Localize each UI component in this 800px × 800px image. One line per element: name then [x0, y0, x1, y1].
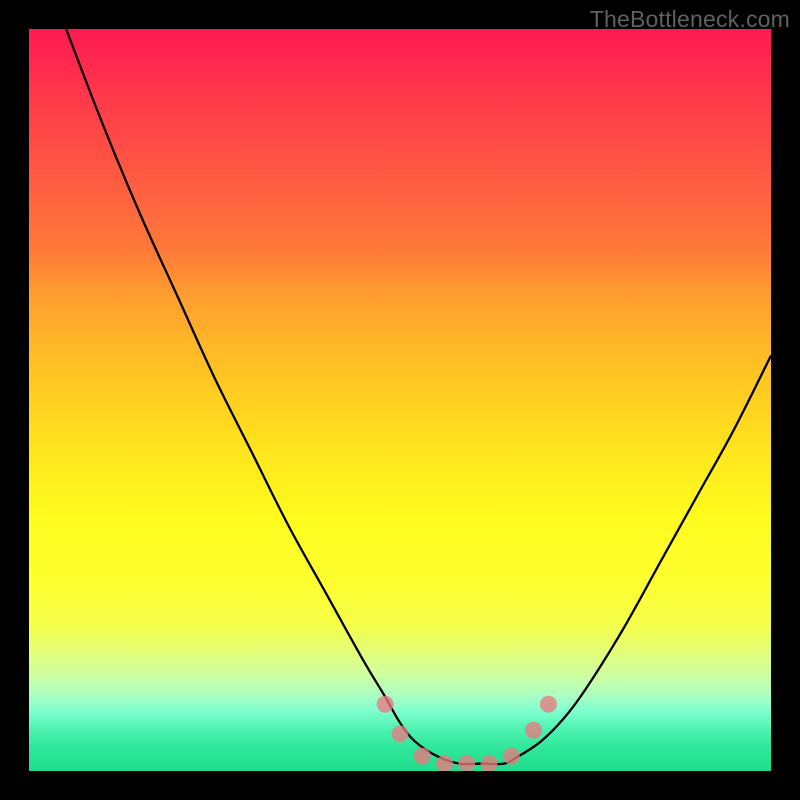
- marker-dot: [525, 722, 542, 739]
- marker-dot: [414, 748, 431, 765]
- marker-dot: [377, 696, 394, 713]
- watermark-text: TheBottleneck.com: [590, 6, 790, 33]
- marker-dot: [503, 748, 520, 765]
- curve-layer: [29, 29, 771, 771]
- highlight-markers: [377, 696, 557, 771]
- plot-area: [29, 29, 771, 771]
- marker-dot: [540, 696, 557, 713]
- chart-frame: TheBottleneck.com: [0, 0, 800, 800]
- marker-dot: [392, 725, 409, 742]
- bottleneck-curve-line: [66, 29, 771, 764]
- marker-dot: [458, 755, 475, 771]
- marker-dot: [481, 755, 498, 771]
